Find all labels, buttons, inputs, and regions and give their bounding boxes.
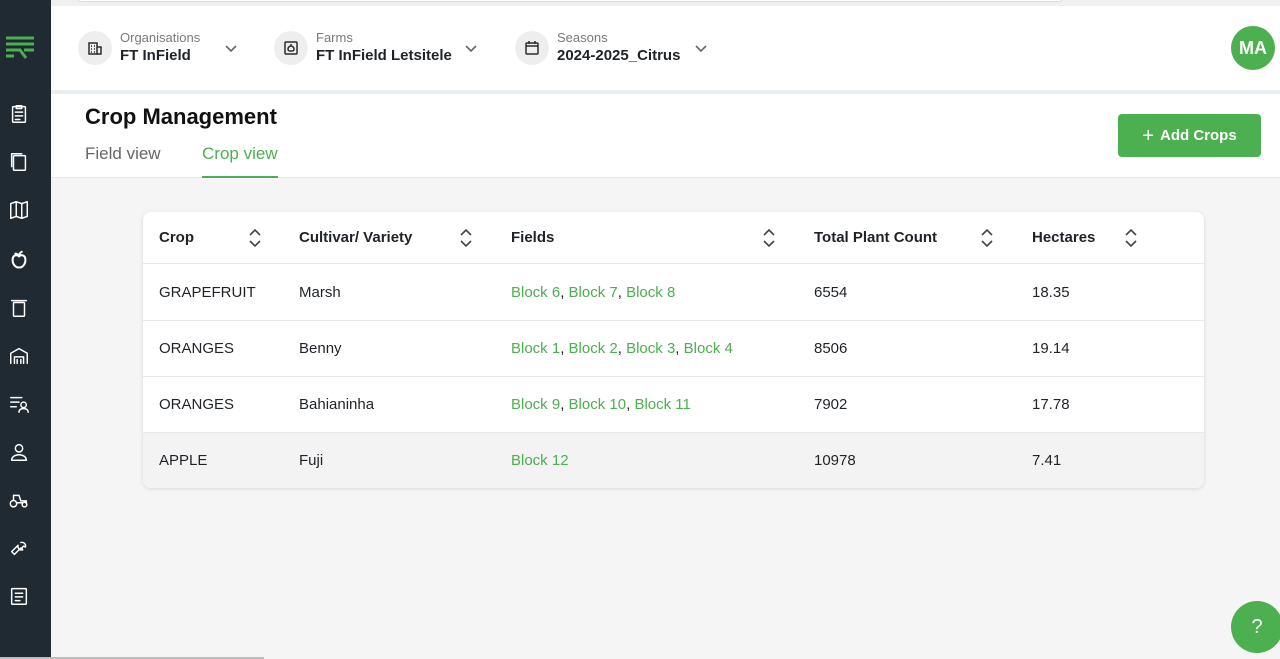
cell-crop: ORANGES [159, 340, 235, 357]
cell-crop: APPLE [159, 452, 208, 469]
organisation-selector[interactable]: Organisations FT InField [78, 28, 238, 68]
cell-plant-count: 10978 [814, 452, 856, 469]
cell-hectares: 7.41 [1032, 452, 1062, 469]
cell-hectares: 19.14 [1032, 340, 1070, 357]
chevron-down-icon[interactable] [464, 41, 478, 55]
column-header-variety[interactable]: Cultivar/ Variety [299, 212, 412, 263]
person-icon[interactable] [7, 440, 31, 464]
map-icon[interactable] [7, 198, 31, 222]
chevron-down-icon[interactable] [224, 41, 238, 55]
farm-value: FT InField Letsitele [316, 47, 452, 64]
field-link[interactable]: Block 11 [634, 396, 690, 413]
plus-icon: + [1142, 124, 1154, 147]
field-link[interactable]: Block 2 [569, 340, 618, 357]
field-link[interactable]: Block 12 [511, 452, 569, 469]
cell-crop: ORANGES [159, 396, 235, 413]
table-row[interactable]: GRAPEFRUIT Marsh Block 6, Block 7, Block… [143, 264, 1204, 321]
field-link[interactable]: Block 3 [626, 340, 675, 357]
add-crops-label: Add Crops [1160, 127, 1237, 144]
cell-crop: GRAPEFRUIT [159, 283, 256, 301]
season-selector[interactable]: Seasons 2024-2025_Citrus [515, 28, 708, 68]
column-header-fields[interactable]: Fields [511, 212, 554, 263]
table-header: Crop Cultivar/ Variety Fields Total Plan… [143, 212, 1204, 264]
clipboard-icon[interactable] [7, 102, 31, 126]
cell-fields: Block 9, Block 10, Block 11 [511, 396, 691, 413]
cell-plant-count: 8506 [814, 340, 848, 357]
season-label: Seasons [557, 30, 608, 45]
logo-icon[interactable] [4, 34, 36, 62]
organisation-value: FT InField [120, 47, 191, 64]
cell-fields: Block 1, Block 2, Block 3, Block 4 [511, 340, 733, 357]
calendar-icon [515, 31, 549, 65]
document-icon[interactable] [7, 150, 31, 174]
wrench-icon[interactable] [7, 536, 31, 560]
filter-user-icon[interactable] [7, 392, 31, 416]
bin-icon[interactable] [7, 296, 31, 320]
crops-table: Crop Cultivar/ Variety Fields Total Plan… [143, 212, 1204, 488]
chevron-down-icon[interactable] [694, 41, 708, 55]
cell-fields: Block 12 [511, 433, 569, 488]
farm-icon [274, 31, 308, 65]
page-title: Crop Management [85, 104, 277, 129]
field-link[interactable]: Block 6 [511, 284, 560, 301]
field-link[interactable]: Block 7 [569, 284, 618, 301]
cell-hectares: 18.35 [1032, 283, 1070, 301]
building-icon [78, 31, 112, 65]
organisation-label: Organisations [120, 30, 201, 45]
add-crops-button[interactable]: + Add Crops [1118, 114, 1261, 157]
farm-selector[interactable]: Farms FT InField Letsitele [274, 28, 478, 68]
cell-plant-count: 6554 [814, 283, 848, 301]
tractor-icon[interactable] [7, 488, 31, 512]
column-header-crop[interactable]: Crop [159, 212, 194, 263]
column-header-plant-count[interactable]: Total Plant Count [814, 212, 937, 263]
cell-hectares: 17.78 [1032, 396, 1070, 413]
apple-icon[interactable] [7, 248, 31, 272]
cell-variety: Marsh [299, 283, 341, 301]
tab-crop-view[interactable]: Crop view [202, 144, 278, 178]
cell-plant-count: 7902 [814, 396, 848, 413]
sort-icon[interactable] [1124, 226, 1138, 250]
help-button[interactable]: ? [1231, 601, 1280, 653]
field-link[interactable]: Block 8 [626, 284, 675, 301]
tab-field-view[interactable]: Field view [85, 144, 161, 178]
column-header-hectares[interactable]: Hectares [1032, 212, 1095, 263]
season-value: 2024-2025_Citrus [557, 47, 681, 64]
sort-icon[interactable] [980, 226, 994, 250]
cell-fields: Block 6, Block 7, Block 8 [511, 283, 676, 301]
cell-variety: Benny [299, 340, 342, 357]
report-icon[interactable] [7, 584, 31, 608]
table-row[interactable]: ORANGES Bahianinha Block 9, Block 10, Bl… [143, 377, 1204, 433]
field-link[interactable]: Block 10 [569, 396, 627, 413]
sidebar [0, 0, 51, 659]
sort-icon[interactable] [762, 226, 776, 250]
field-link[interactable]: Block 4 [684, 340, 733, 357]
farm-label: Farms [316, 30, 353, 45]
avatar[interactable]: MA [1231, 26, 1275, 70]
header: Organisations FT InField Farms FT InFiel… [51, 6, 1280, 90]
cell-variety: Bahianinha [299, 396, 375, 413]
table-row[interactable]: ORANGES Benny Block 1, Block 2, Block 3,… [143, 321, 1204, 377]
page-head: Crop Management Field view Crop view + A… [51, 94, 1280, 178]
table-row[interactable]: APPLE Fuji Block 12 10978 7.41 [143, 433, 1204, 488]
warehouse-icon[interactable] [7, 344, 31, 368]
field-link[interactable]: Block 1 [511, 340, 560, 357]
cell-variety: Fuji [299, 452, 324, 469]
top-search-bar [76, 0, 1064, 2]
field-link[interactable]: Block 9 [511, 396, 560, 413]
sort-icon[interactable] [459, 226, 473, 250]
sort-icon[interactable] [248, 226, 262, 250]
